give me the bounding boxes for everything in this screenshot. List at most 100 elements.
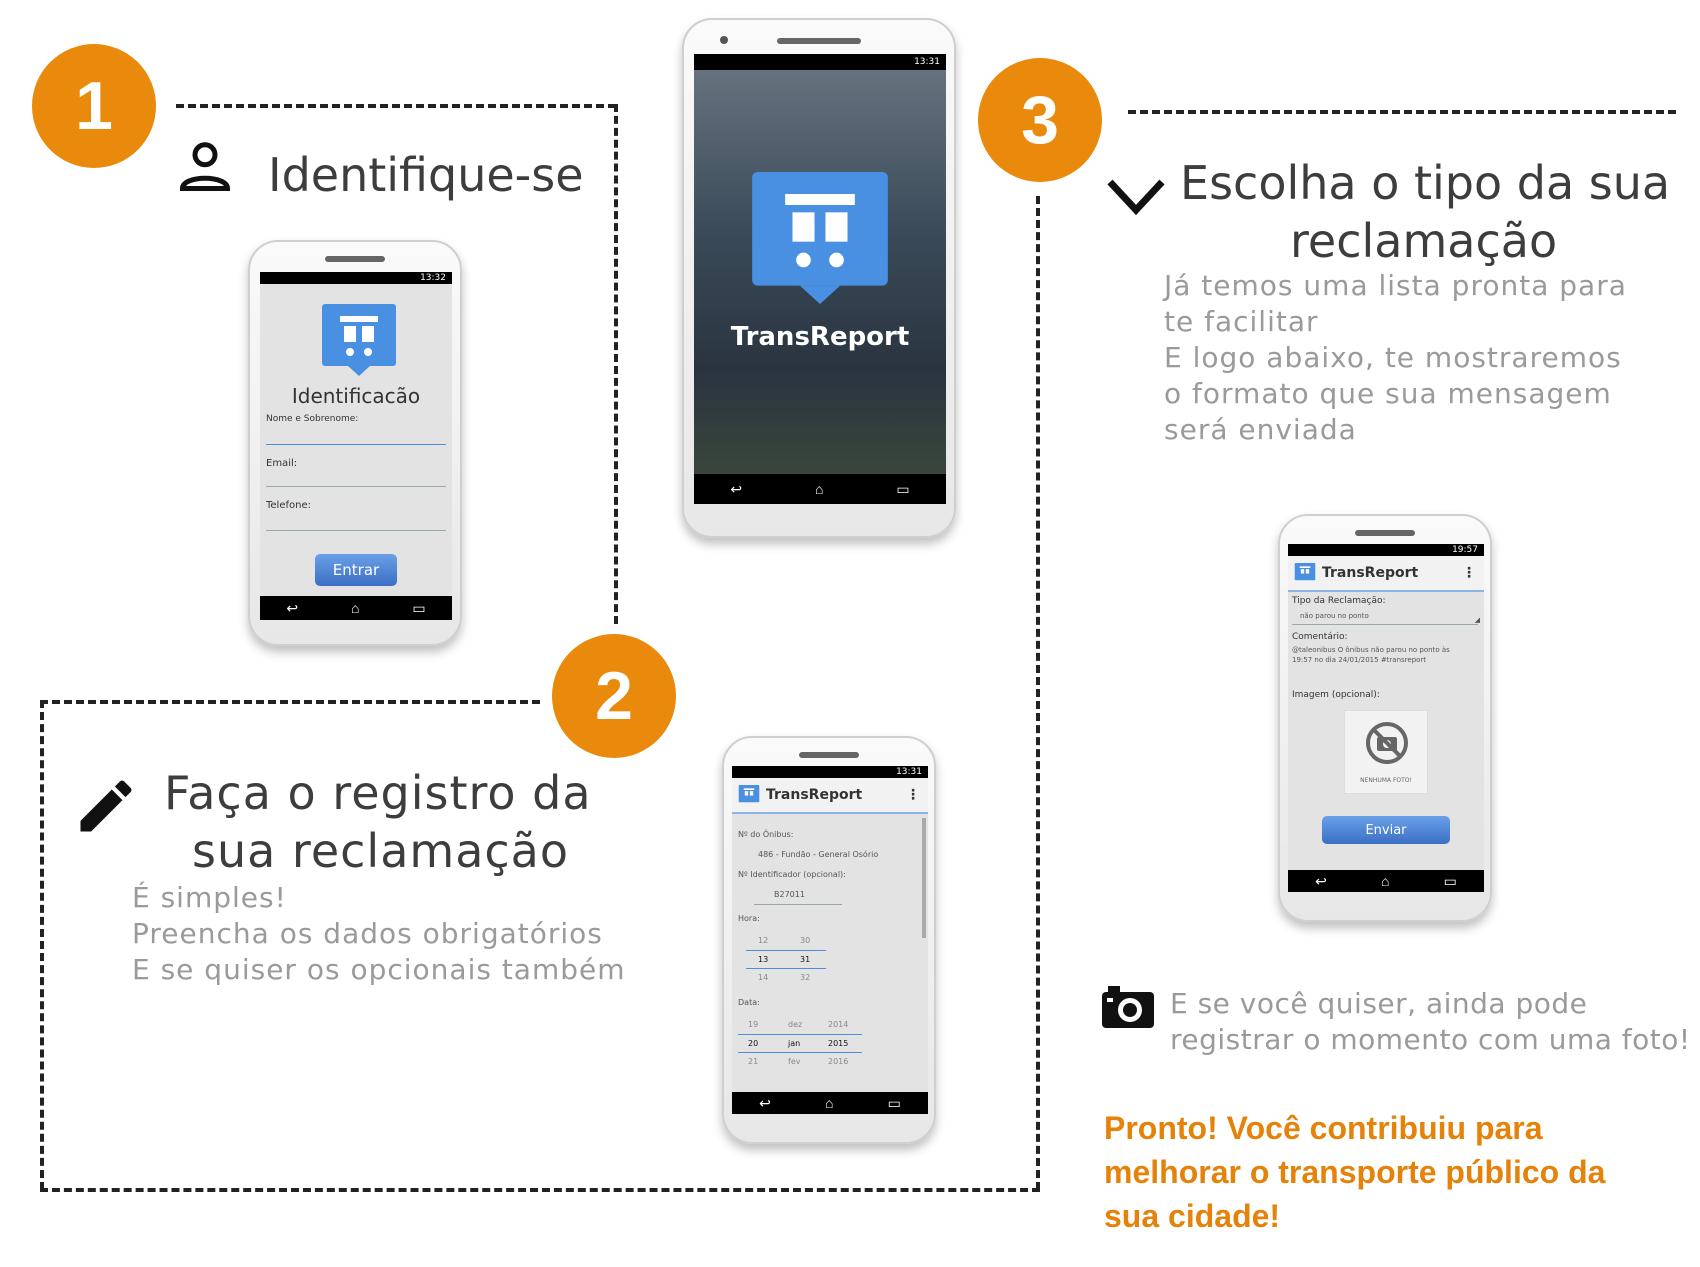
minute-next[interactable]: 32 [800, 973, 810, 982]
step3-dashed-top [1128, 110, 1676, 114]
type-select-value[interactable]: não parou no ponto [1300, 612, 1369, 620]
step-3-desc-4: o formato que sua mensagem [1164, 377, 1612, 410]
pencil-icon [80, 780, 132, 832]
status-time: 13:32 [420, 273, 446, 283]
final-message-line1: Pronto! Você contribuiu para [1104, 1110, 1543, 1146]
step-2-title-line2: sua reclamação [192, 824, 570, 878]
step-3-badge: 3 [978, 58, 1102, 182]
month-next[interactable]: fev [788, 1057, 800, 1066]
step-2-badge: 2 [552, 634, 676, 758]
step-2-desc-2: Preencha os dados obrigatórios [132, 917, 603, 950]
phone-input[interactable] [266, 530, 446, 531]
year-current[interactable]: 2015 [828, 1039, 848, 1048]
type-select-line [1292, 624, 1478, 625]
register-app-bar: TransReport ⋮ [732, 778, 928, 814]
recent-apps-icon[interactable]: ▭ [888, 1095, 901, 1112]
id-label: Nº Identificador (opcional): [738, 870, 846, 879]
register-phone: 13:31 TransReport ⋮ Nº do Ônibus: 486 - … [722, 736, 936, 1144]
dropdown-arrow-icon[interactable]: ◢ [1475, 616, 1480, 624]
hour-label: Hora: [738, 914, 760, 923]
id-input-line [754, 904, 842, 905]
back-icon[interactable]: ↩ [286, 600, 298, 617]
day-current[interactable]: 20 [748, 1039, 758, 1048]
date-picker-line-bottom [738, 1052, 862, 1053]
comment-line-1[interactable]: @taleonibus O ônibus não parou no ponto … [1292, 646, 1450, 654]
step-3-title-line1: Escolha o tipo da sua [1180, 156, 1671, 210]
time-picker-line-top [746, 950, 826, 951]
phone-speaker [799, 752, 859, 758]
step2-dashed-left [40, 700, 44, 1190]
status-time: 19:57 [1452, 545, 1478, 555]
step3-dashed-left [1036, 196, 1040, 1190]
user-icon [179, 142, 231, 191]
hour-next[interactable]: 14 [758, 973, 768, 982]
phone-speaker [777, 38, 861, 44]
day-prev[interactable]: 19 [748, 1020, 758, 1029]
image-label: Imagem (opcional): [1292, 690, 1380, 700]
step-2-desc-1: É simples! [132, 881, 287, 914]
back-icon[interactable]: ↩ [730, 481, 742, 498]
no-photo-text: NENHUMA FOTO! [1360, 777, 1412, 784]
minute-current[interactable]: 31 [800, 955, 810, 964]
final-message-line3: sua cidade! [1104, 1198, 1281, 1234]
home-icon[interactable]: ⌂ [825, 1095, 833, 1111]
back-icon[interactable]: ↩ [1315, 873, 1327, 890]
step-1-title: Identifique-se [268, 148, 584, 202]
phone-camera [720, 36, 728, 44]
bus-label: Nº do Ônibus: [738, 830, 794, 839]
recent-apps-icon[interactable]: ▭ [412, 600, 425, 617]
minute-prev[interactable]: 30 [800, 936, 810, 945]
month-prev[interactable]: dez [788, 1020, 802, 1029]
step1-dashed-right [614, 104, 618, 624]
comment-line-2[interactable]: 19:57 no dia 24/01/2015 #transreport [1292, 656, 1426, 664]
status-bar: 13:32 [260, 272, 452, 284]
step-3-desc-5: será enviada [1164, 413, 1357, 446]
chevron-down-icon [1107, 179, 1165, 216]
scrollbar[interactable] [922, 818, 926, 938]
camera-tip-line1: E se você quiser, ainda pode [1170, 987, 1588, 1020]
recent-apps-icon[interactable]: ▭ [1444, 873, 1457, 890]
step2-dashed-bottom [40, 1188, 1040, 1192]
home-icon[interactable]: ⌂ [1381, 873, 1389, 889]
name-input[interactable] [266, 444, 446, 445]
home-icon[interactable]: ⌂ [815, 481, 823, 497]
transreport-logo-icon [752, 172, 888, 304]
photo-placeholder[interactable]: NENHUMA FOTO! [1344, 710, 1428, 794]
step-2-title-line1: Faça o registro da [164, 766, 592, 820]
status-bar: 13:31 [694, 54, 946, 70]
transreport-logo-icon [322, 304, 396, 376]
phone-speaker [325, 256, 385, 262]
id-value[interactable]: B27011 [774, 890, 805, 899]
month-current[interactable]: jan [788, 1039, 800, 1048]
phone-label: Telefone: [266, 500, 311, 511]
phone-speaker [1355, 530, 1415, 536]
login-title: Identificacão [291, 384, 421, 408]
enviar-button[interactable]: Enviar [1322, 816, 1450, 844]
transreport-logo-icon [738, 785, 760, 803]
status-time: 13:31 [896, 767, 922, 777]
register-app-name: TransReport [766, 787, 863, 803]
type-label: Tipo da Reclamação: [1292, 596, 1386, 606]
hour-prev[interactable]: 12 [758, 936, 768, 945]
bus-value[interactable]: 486 - Fundão - General Osório [758, 850, 878, 859]
camera-icon [1102, 986, 1154, 1028]
step-1-badge: 1 [32, 44, 156, 168]
year-prev[interactable]: 2014 [828, 1020, 848, 1029]
android-navbar: ↩ ⌂ ▭ [694, 474, 946, 504]
email-input[interactable] [266, 486, 446, 487]
back-icon[interactable]: ↩ [759, 1095, 771, 1112]
recent-apps-icon[interactable]: ▭ [896, 481, 909, 498]
overflow-menu-icon[interactable]: ⋮ [906, 787, 920, 803]
login-screen: 13:32 Identificacão Nome e Sobrenome: Em… [260, 272, 452, 620]
entrar-button[interactable]: Entrar [315, 554, 397, 586]
name-label: Nome e Sobrenome: [266, 414, 359, 424]
home-icon[interactable]: ⌂ [351, 600, 359, 616]
year-next[interactable]: 2016 [828, 1057, 848, 1066]
android-navbar: ↩ ⌂ ▭ [1288, 870, 1484, 892]
camera-tip-line2: registrar o momento com uma foto! [1170, 1023, 1691, 1056]
day-next[interactable]: 21 [748, 1057, 758, 1066]
hour-current[interactable]: 13 [758, 955, 768, 964]
overflow-menu-icon[interactable]: ⋮ [1462, 565, 1476, 581]
step-3-desc-1: Já temos uma lista pronta para [1164, 269, 1627, 302]
complaint-app-name: TransReport [1322, 565, 1419, 581]
